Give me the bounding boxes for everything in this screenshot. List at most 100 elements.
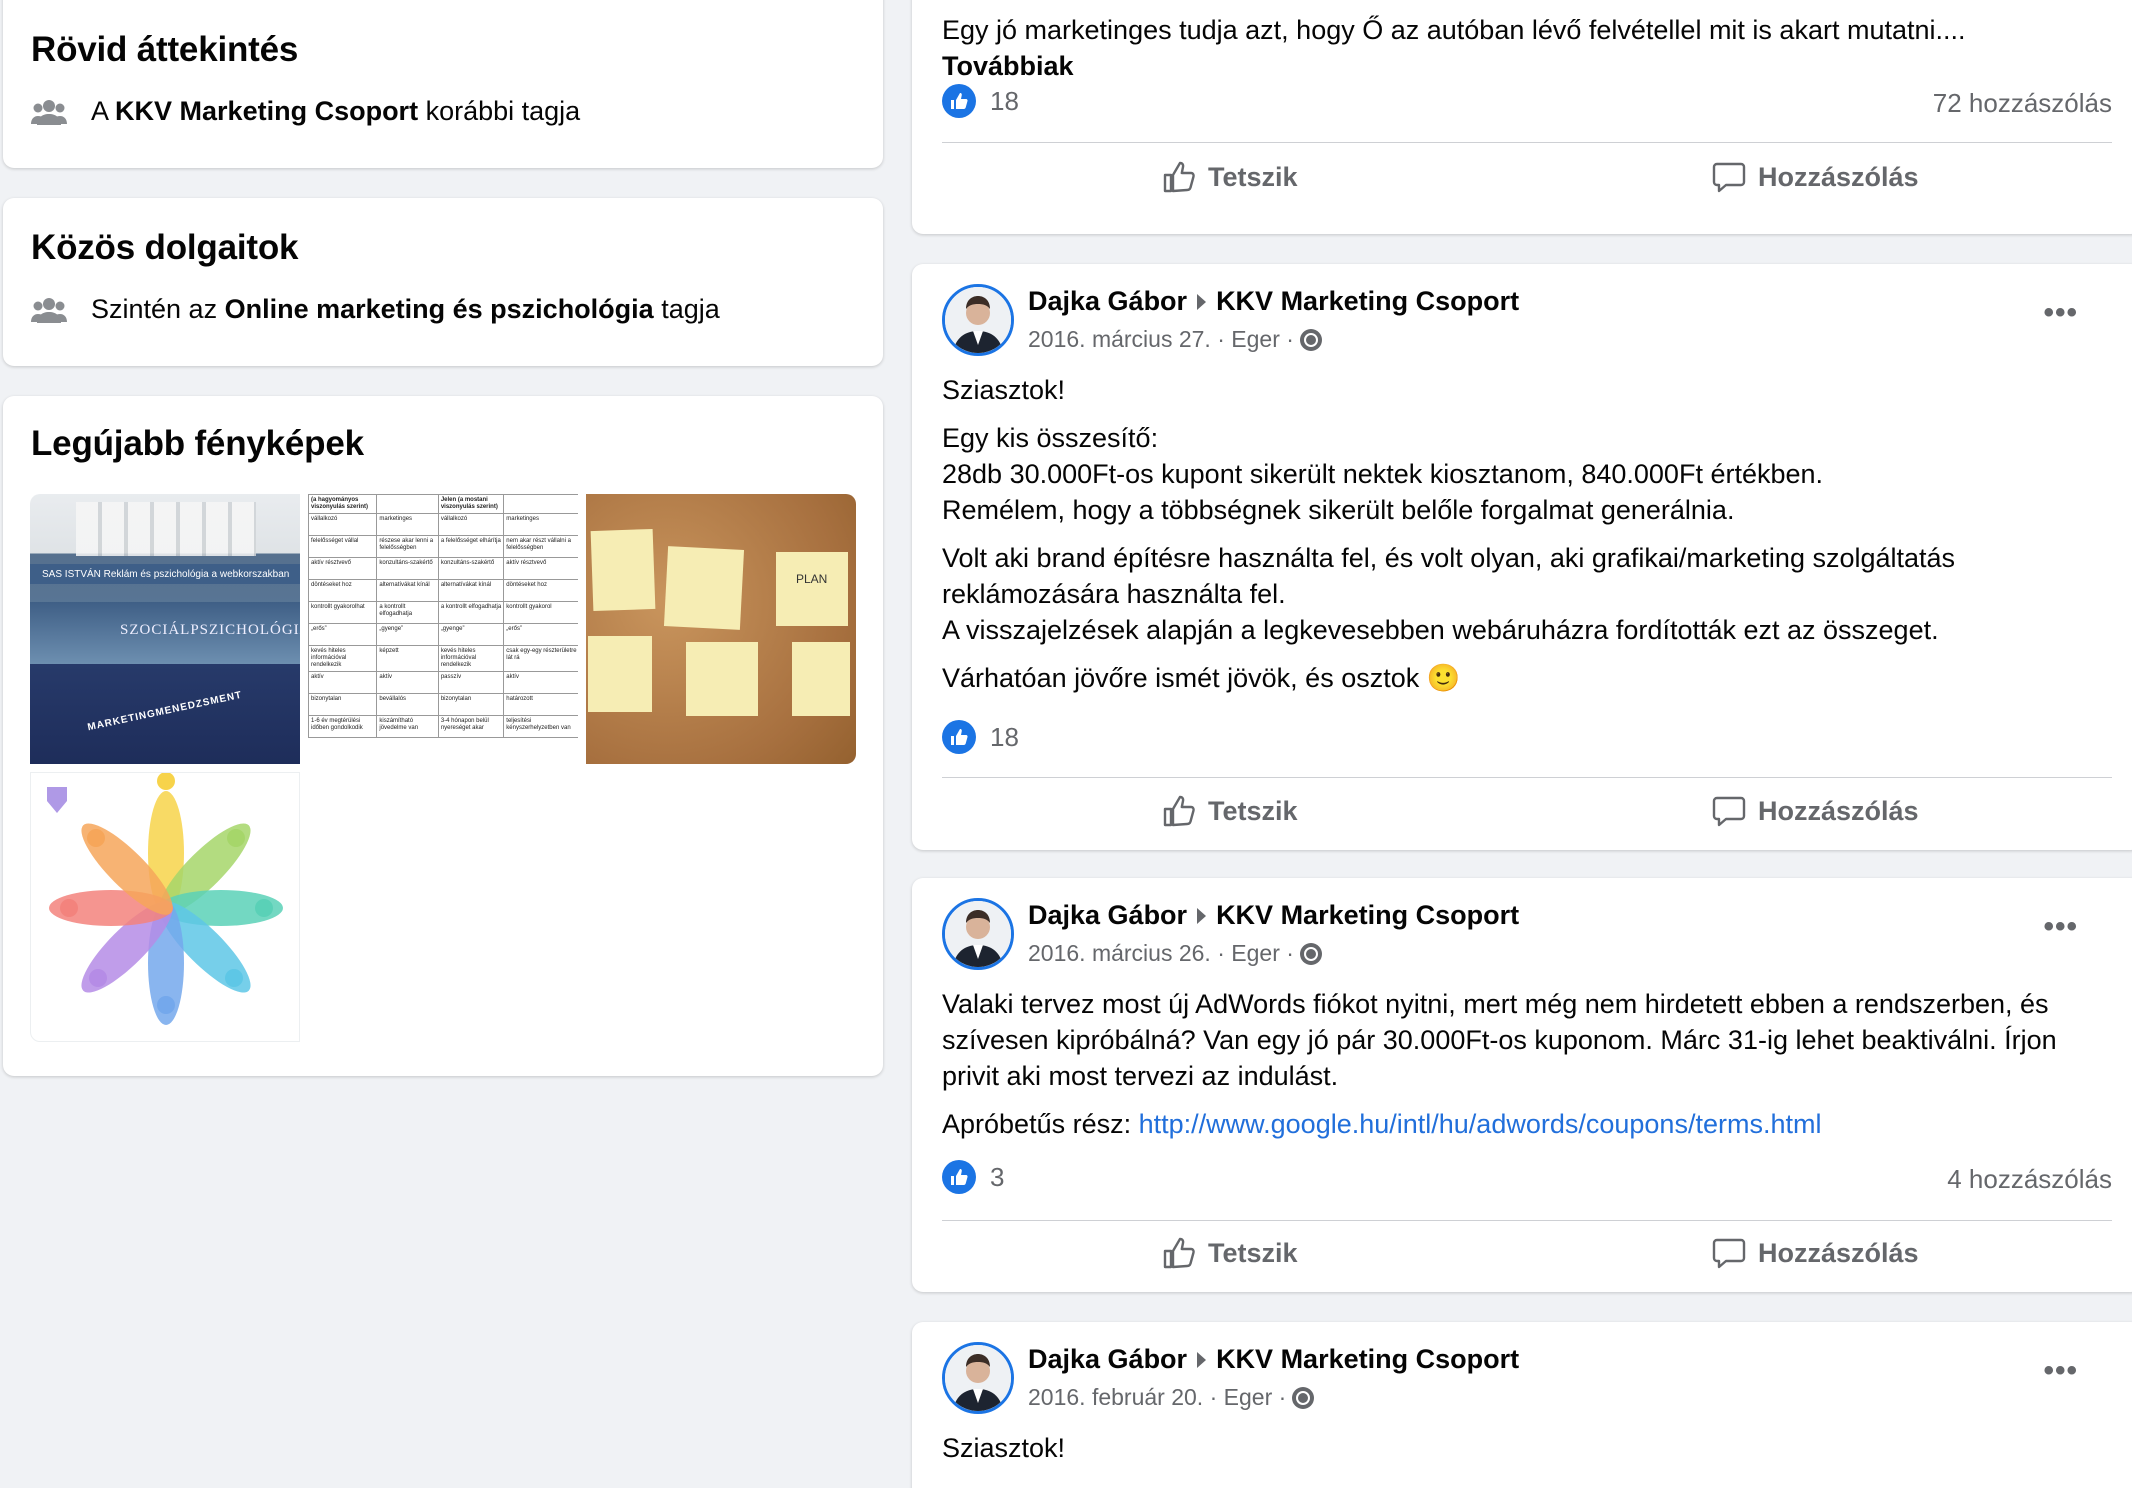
like-count[interactable]: 3 bbox=[942, 1160, 1004, 1194]
photo-table-cell: nem akar részt vállalni a felelősségben bbox=[503, 535, 578, 558]
author-name[interactable]: Dajka Gábor bbox=[1028, 286, 1187, 317]
photo-table-row: vállalkozó marketinges vállalkozó marketing… bbox=[308, 513, 578, 536]
post-paragraph: Sziasztok! bbox=[942, 375, 1066, 405]
photo-table-cell: bizonytalan bbox=[308, 693, 378, 716]
photo-table-cell: vállalkozó bbox=[308, 513, 378, 536]
photo-table-cell: konzultáns-szakértő bbox=[376, 557, 439, 580]
post-location[interactable]: Eger bbox=[1231, 326, 1280, 353]
photo-table-grid: (a hagyományos viszonyulás szerint) Jelen… bbox=[308, 494, 578, 738]
post-location[interactable]: Eger bbox=[1231, 940, 1280, 967]
group-name[interactable]: KKV Marketing Csoport bbox=[1216, 900, 1519, 931]
arrow-right-icon bbox=[1197, 293, 1207, 310]
comment-button-label: Hozzászólás bbox=[1758, 161, 1919, 192]
thumbs-up-icon bbox=[1163, 795, 1195, 827]
post-meta: 2016. március 26. · Eger · bbox=[1028, 940, 1322, 967]
like-count-text: 18 bbox=[990, 85, 1019, 116]
photo-table-row: döntéseket hoz alternatívákat kínál altern… bbox=[308, 579, 578, 602]
post-text: Sziasztok! bbox=[942, 1430, 2112, 1478]
post-header: Dajka Gábor KKV Marketing Csoport bbox=[1028, 286, 1519, 317]
comment-button[interactable]: Hozzászólás bbox=[1712, 1236, 1919, 1270]
people-icon bbox=[31, 99, 67, 125]
more-options-button[interactable]: ••• bbox=[2043, 1354, 2078, 1388]
photos-card: Legújabb fényképek SAS ISTVÁN Reklám és … bbox=[3, 396, 883, 1076]
photo-table-cell: „gyenge” bbox=[376, 623, 439, 646]
author-name[interactable]: Dajka Gábor bbox=[1028, 1344, 1187, 1375]
globe-icon bbox=[1292, 1386, 1315, 1409]
post-location[interactable]: Eger bbox=[1224, 1384, 1273, 1411]
photo-books[interactable]: SAS ISTVÁN Reklám és pszichológia a webk… bbox=[30, 494, 300, 764]
note-3-label: PLAN bbox=[796, 572, 828, 586]
photo-table-cell: teljesítési kényszerhelyzetben van bbox=[503, 715, 578, 738]
post-date[interactable]: 2016. február 20. bbox=[1028, 1384, 1203, 1411]
photo-table-cell: „erős” bbox=[503, 623, 578, 646]
photo-table-cell: aktív résztvevő bbox=[503, 557, 578, 580]
group-name[interactable]: KKV Marketing Csoport bbox=[1216, 286, 1519, 317]
photo-table-cell: határozott bbox=[503, 693, 578, 716]
post-2: Dajka Gábor KKV Marketing Csoport 2016. m… bbox=[912, 878, 2132, 1292]
book-spine-1-text: SAS ISTVÁN Reklám és pszichológia a webk… bbox=[42, 569, 290, 580]
group-link-kkv[interactable]: KKV Marketing Csoport bbox=[115, 96, 418, 127]
comment-button-label: Hozzászólás bbox=[1758, 795, 1919, 826]
photo-table-row: aktív résztvevő konzultáns-szakértő konzul… bbox=[308, 557, 578, 580]
like-button[interactable]: Tetszik bbox=[1162, 794, 1298, 828]
photo-table-cell: a kontrollt elfogadhatja bbox=[437, 601, 505, 624]
photo-table-cell: „erős” bbox=[308, 623, 378, 646]
like-button-label: Tetszik bbox=[1208, 795, 1298, 826]
photo-table-cell: 3-4 hónapon belül nyereséget akar bbox=[437, 715, 505, 738]
photo-table-row: „erős” „gyenge” „gyenge” „erős” bbox=[308, 623, 578, 646]
thumbs-up-icon bbox=[1163, 161, 1195, 193]
photo-table-cell: „gyenge” bbox=[437, 623, 505, 646]
photo-emotion-wheel[interactable] bbox=[30, 772, 300, 1042]
avatar[interactable] bbox=[942, 1342, 1014, 1414]
people-icon bbox=[31, 297, 67, 323]
comment-icon bbox=[1712, 162, 1746, 193]
like-button[interactable]: Tetszik bbox=[1162, 160, 1298, 194]
comment-count[interactable]: 72 hozzászólás bbox=[1933, 88, 2112, 119]
like-badge-icon bbox=[942, 720, 976, 754]
post-date[interactable]: 2016. március 26. bbox=[1028, 940, 1211, 967]
photo-table-cell: kevés hiteles információval rendelkezik bbox=[308, 645, 378, 672]
note-6 bbox=[792, 642, 850, 716]
author-name[interactable]: Dajka Gábor bbox=[1028, 900, 1187, 931]
see-more-link[interactable]: Továbbiak bbox=[942, 48, 2112, 84]
comment-count[interactable]: 4 hozzászólás bbox=[1947, 1164, 2112, 1195]
intro-card: Rövid áttekintés A KKV Marketing Csoport… bbox=[3, 0, 883, 168]
photo-table-cell: a felelősséget elhárítja bbox=[437, 535, 505, 558]
photo-table-cell bbox=[503, 494, 578, 514]
avatar[interactable] bbox=[942, 898, 1014, 970]
note-2 bbox=[663, 546, 745, 630]
common-membership-row: Szintén az Online marketing és pszicholó… bbox=[31, 294, 720, 325]
intro-title: Rövid áttekintés bbox=[31, 30, 299, 69]
photo-table-cell: 1-6 év megtérülési időben gondolkodik bbox=[308, 715, 378, 738]
photo-table-cell: képzett bbox=[376, 645, 439, 672]
avatar[interactable] bbox=[942, 284, 1014, 356]
like-count[interactable]: 18 bbox=[942, 720, 1019, 754]
photo-table-cell: részese akar lenni a felelősségben bbox=[376, 535, 439, 558]
photo-table-row: 1-6 év megtérülési időben gondolkodik kis… bbox=[308, 715, 578, 738]
group-link-online-marketing[interactable]: Online marketing és pszichológia bbox=[225, 294, 654, 325]
photo-table-cell: konzultáns-szakértő bbox=[437, 557, 505, 580]
more-options-button[interactable]: ••• bbox=[2043, 910, 2078, 944]
post-paragraph: Sziasztok! bbox=[942, 1433, 1066, 1463]
like-count-text: 18 bbox=[990, 721, 1019, 752]
photo-table-row: kontrollt gyakorolhat a kontrollt elfogad… bbox=[308, 601, 578, 624]
like-button[interactable]: Tetszik bbox=[1162, 1236, 1298, 1270]
photo-table-cell: marketinges bbox=[503, 513, 578, 536]
post-date[interactable]: 2016. március 27. bbox=[1028, 326, 1211, 353]
intro-membership-row: A KKV Marketing Csoport korábbi tagja bbox=[31, 96, 580, 127]
common-post: tagja bbox=[653, 294, 720, 324]
photo-table-cell: döntéseket hoz bbox=[308, 579, 378, 602]
group-name[interactable]: KKV Marketing Csoport bbox=[1216, 1344, 1519, 1375]
globe-icon bbox=[1299, 328, 1322, 351]
like-count[interactable]: 18 bbox=[942, 84, 1019, 118]
more-options-button[interactable]: ••• bbox=[2043, 296, 2078, 330]
photo-table[interactable]: (a hagyományos viszonyulás szerint) Jelen… bbox=[308, 494, 578, 764]
photo-table-cell: marketinges bbox=[376, 513, 439, 536]
photo-table-cell: kontrollt gyakorol bbox=[503, 601, 578, 624]
photo-corkboard[interactable]: PLAN bbox=[586, 494, 856, 764]
comment-button-label: Hozzászólás bbox=[1758, 1237, 1919, 1268]
photo-table-row: aktív aktív passzív aktív bbox=[308, 671, 578, 694]
coupon-terms-link[interactable]: http://www.google.hu/intl/hu/adwords/cou… bbox=[1139, 1109, 1822, 1139]
comment-button[interactable]: Hozzászólás bbox=[1712, 160, 1919, 194]
comment-button[interactable]: Hozzászólás bbox=[1712, 794, 1919, 828]
